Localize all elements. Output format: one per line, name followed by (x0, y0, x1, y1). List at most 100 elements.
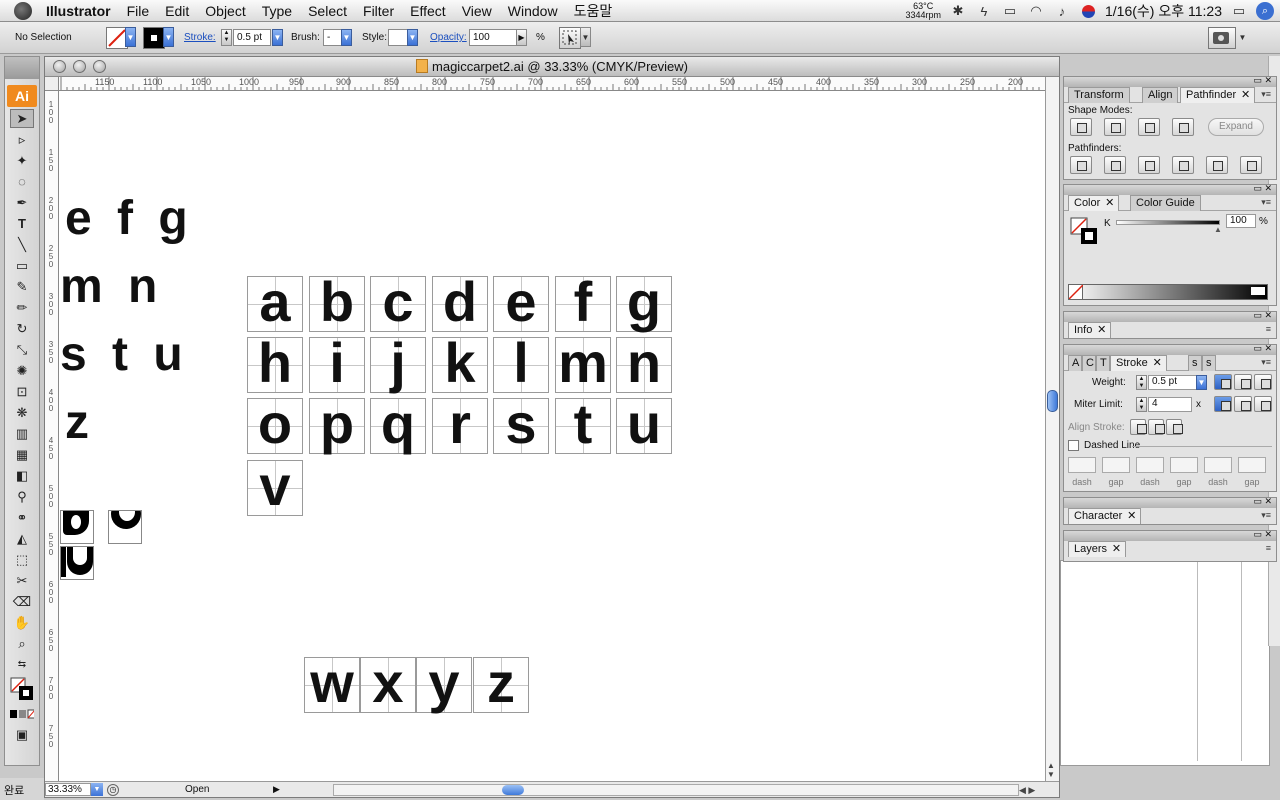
none-swatch-icon[interactable] (1068, 284, 1084, 300)
align-center-button[interactable] (1130, 419, 1147, 435)
weight-field[interactable]: 0.5 pt (1148, 375, 1198, 390)
scroll-arrows-icon[interactable]: ▲ ▼ (1047, 761, 1055, 779)
input-method-icon[interactable] (1079, 4, 1097, 18)
zoom-tool-icon[interactable]: ⌕ (10, 634, 34, 653)
k-slider-track[interactable] (1116, 220, 1220, 225)
brush-field[interactable]: - (323, 29, 343, 46)
workspace-dropdown-icon[interactable]: ▼ (1237, 27, 1248, 47)
letter-tile[interactable]: t (555, 396, 611, 454)
letter-tile[interactable]: n (616, 335, 672, 393)
letter-tile[interactable]: r (432, 396, 488, 454)
merge-button[interactable] (1138, 156, 1160, 174)
blend-tool-icon[interactable]: ⚭ (10, 508, 34, 527)
letter-tile[interactable]: l (493, 335, 549, 393)
subtract-from-shape-button[interactable] (1104, 118, 1126, 136)
menu-object[interactable]: Object (197, 3, 253, 19)
butt-cap-button[interactable] (1214, 374, 1232, 390)
panel-grip[interactable]: ▭ ✕ (1064, 343, 1276, 355)
magic-wand-tool-icon[interactable]: ✦ (10, 151, 34, 170)
miter-limit-field[interactable]: 4 (1148, 397, 1192, 412)
tab-collapsed[interactable]: T (1096, 355, 1110, 371)
panel-grip[interactable]: ▭ ✕ (1064, 183, 1276, 195)
letter-tile[interactable]: j (370, 335, 426, 393)
type-tool-icon[interactable]: T (10, 214, 34, 233)
letter-tile[interactable]: f (555, 274, 611, 332)
warp-tool-icon[interactable]: ✺ (10, 361, 34, 380)
selection-tool-icon[interactable]: ➤ (10, 109, 34, 128)
wifi-icon[interactable]: ◠ (1027, 3, 1045, 18)
bevel-join-button[interactable] (1254, 396, 1272, 412)
menu-app-name[interactable]: Illustrator (38, 3, 119, 19)
panel-menu-icon[interactable]: ▾≡ (1261, 89, 1271, 100)
status-text[interactable]: Open (185, 784, 209, 795)
letter-tile[interactable]: d (432, 274, 488, 332)
paintbrush-tool-icon[interactable]: ✎ (10, 277, 34, 296)
letter-tile[interactable]: y (416, 655, 472, 713)
letter-tile[interactable]: p (309, 396, 365, 454)
panel-menu-icon[interactable]: ▾≡ (1261, 197, 1271, 208)
round-join-button[interactable] (1234, 396, 1252, 412)
dash-field[interactable] (1068, 457, 1096, 473)
stroke-weight-dropdown-icon[interactable]: ▼ (272, 29, 283, 46)
align-inside-button[interactable] (1148, 419, 1165, 435)
menu-edit[interactable]: Edit (157, 3, 197, 19)
menu-type[interactable]: Type (254, 3, 300, 19)
panel-grip[interactable]: ▭ ✕ (1064, 496, 1276, 508)
spotlight-search-icon[interactable]: ⌕ (1256, 2, 1274, 20)
gap-field[interactable] (1170, 457, 1198, 473)
projecting-cap-button[interactable] (1254, 374, 1272, 390)
opacity-field[interactable]: 100 (469, 29, 517, 46)
distorted-glyph-fragment[interactable] (60, 510, 94, 544)
display-icon[interactable]: ▭ (1001, 3, 1019, 18)
tab-character[interactable]: Character ✕ (1068, 508, 1142, 524)
panel-close-icon[interactable]: ▭ ✕ (1253, 75, 1272, 86)
hand-tool-icon[interactable]: ✋ (10, 613, 34, 632)
letter-tile[interactable]: m (555, 335, 611, 393)
stroke-label[interactable]: Stroke: (184, 32, 216, 43)
outline-button[interactable] (1206, 156, 1228, 174)
artboard-canvas[interactable]: e f g m n s t u z a b c d e f g h i j k … (60, 92, 1045, 781)
rectangle-tool-icon[interactable]: ▭ (10, 256, 34, 275)
expand-button[interactable]: Expand (1208, 118, 1264, 136)
panel-close-icon[interactable]: ▭ ✕ (1253, 496, 1272, 507)
letter-tile[interactable]: k (432, 335, 488, 393)
gap-field[interactable] (1102, 457, 1130, 473)
letter-tile[interactable]: s (493, 396, 549, 454)
power-icon[interactable]: ϟ (975, 4, 993, 19)
tab-collapsed[interactable]: s (1188, 355, 1202, 371)
live-paint-bucket-tool-icon[interactable]: ◭ (10, 529, 34, 548)
k-value-field[interactable]: 100 (1226, 214, 1256, 228)
vertical-scroll-thumb[interactable] (1047, 390, 1058, 412)
tab-info[interactable]: Info ✕ (1068, 322, 1112, 338)
tab-color-guide[interactable]: Color Guide (1130, 195, 1201, 211)
add-to-shape-button[interactable] (1070, 118, 1092, 136)
selection-options-dropdown-icon[interactable]: ▼ (580, 27, 591, 47)
screen-mode-icon[interactable]: ▣ (10, 725, 34, 744)
letter-tile[interactable]: e (493, 274, 549, 332)
letter-tile[interactable]: c (370, 274, 426, 332)
letter-tile[interactable]: a (247, 274, 303, 332)
miter-stepper[interactable]: ▲ ▼ (1136, 397, 1147, 412)
dashed-line-checkbox[interactable] (1068, 440, 1079, 451)
dash-field[interactable] (1136, 457, 1164, 473)
tab-stroke[interactable]: Stroke ✕ (1110, 355, 1167, 371)
white-swatch[interactable] (1251, 287, 1265, 295)
align-outside-button[interactable] (1166, 419, 1183, 435)
panel-close-icon[interactable]: ▭ ✕ (1253, 343, 1272, 354)
color-spectrum-bar[interactable] (1068, 284, 1268, 300)
swap-fill-stroke-icon[interactable]: ⇆ (10, 655, 34, 674)
vertical-scrollbar[interactable]: ▲ ▼ (1045, 77, 1059, 781)
mesh-tool-icon[interactable]: ▦ (10, 445, 34, 464)
rotate-tool-icon[interactable]: ↻ (10, 319, 34, 338)
distorted-glyph-fragment[interactable] (60, 546, 94, 580)
panel-menu-icon[interactable]: ≡ (1266, 324, 1271, 334)
stroke-weight-field[interactable]: 0.5 pt (233, 29, 271, 46)
letter-tile[interactable]: w (304, 655, 360, 713)
tab-close-icon[interactable]: ✕ (1127, 509, 1136, 524)
live-paint-selection-tool-icon[interactable]: ⬚ (10, 550, 34, 569)
distorted-glyph-fragment[interactable] (108, 510, 142, 544)
menu-view[interactable]: View (454, 3, 500, 19)
tab-close-icon[interactable]: ✕ (1153, 356, 1162, 371)
status-menu-arrow-icon[interactable]: ▶ (273, 784, 280, 795)
temperature-monitor[interactable]: 63°C 3344rpm (905, 2, 941, 20)
